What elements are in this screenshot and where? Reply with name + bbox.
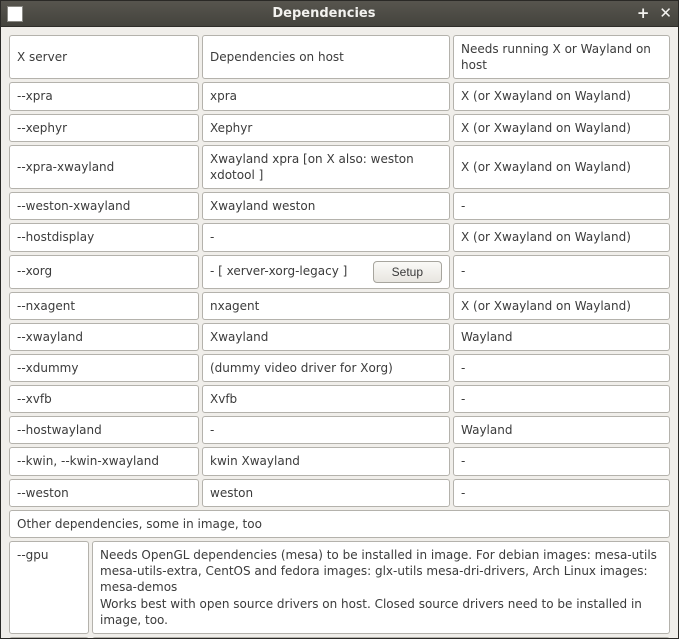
content-area: X server Dependencies on host Needs runn… — [1, 27, 678, 638]
other-option-cell: --gpu — [9, 541, 89, 634]
table-row: --xpra-xwaylandXwayland xpra [on X also:… — [9, 145, 670, 189]
option-cell: --weston-xwayland — [9, 192, 199, 220]
need-cell: - — [453, 447, 670, 475]
header-needs: Needs running X or Wayland on host — [453, 35, 670, 79]
dep-cell: nxagent — [202, 292, 450, 320]
need-cell: - — [453, 192, 670, 220]
need-cell: X (or Xwayland on Wayland) — [453, 292, 670, 320]
other-deps-table: --gpuNeeds OpenGL dependencies (mesa) to… — [9, 541, 670, 638]
option-cell: --xephyr — [9, 114, 199, 142]
need-cell: X (or Xwayland on Wayland) — [453, 145, 670, 189]
dep-cell: weston — [202, 479, 450, 507]
window-title: Dependencies — [11, 6, 637, 21]
table-row: --xvfbXvfb- — [9, 385, 670, 413]
other-desc-cell: Needs OpenGL dependencies (mesa) to be i… — [92, 541, 670, 634]
header-host-deps: Dependencies on host — [202, 35, 450, 79]
need-cell: X (or Xwayland on Wayland) — [453, 82, 670, 110]
option-cell: --weston — [9, 479, 199, 507]
other-deps-heading: Other dependencies, some in image, too — [9, 510, 670, 538]
option-cell: --xorg — [9, 255, 199, 289]
table-row: --nxagentnxagentX (or Xwayland on Waylan… — [9, 292, 670, 320]
dependencies-window: Dependencies + ✕ X server Dependencies o… — [0, 0, 679, 639]
need-cell: Wayland — [453, 323, 670, 351]
option-cell: --nxagent — [9, 292, 199, 320]
dep-cell: Xvfb — [202, 385, 450, 413]
close-icon[interactable]: ✕ — [659, 6, 672, 21]
need-cell: Wayland — [453, 416, 670, 444]
dep-cell: - — [202, 223, 450, 251]
table-row: --hostdisplay-X (or Xwayland on Wayland) — [9, 223, 670, 251]
need-cell: - — [453, 385, 670, 413]
option-cell: --xdummy — [9, 354, 199, 382]
dep-cell: Xwayland — [202, 323, 450, 351]
table-row: --xephyrXephyrX (or Xwayland on Wayland) — [9, 114, 670, 142]
option-cell: --hostwayland — [9, 416, 199, 444]
setup-button[interactable]: Setup — [373, 261, 442, 283]
need-cell: - — [453, 479, 670, 507]
table-row: --xorg - [ xerver-xorg-legacy ] Setup- — [9, 255, 670, 289]
table-row: --xdummy(dummy video driver for Xorg)- — [9, 354, 670, 382]
dep-cell: kwin Xwayland — [202, 447, 450, 475]
table-row: --kwin, --kwin-xwaylandkwin Xwayland- — [9, 447, 670, 475]
need-cell: - — [453, 255, 670, 289]
header-xserver: X server — [9, 35, 199, 79]
table-row: --westonweston- — [9, 479, 670, 507]
dep-text: - [ xerver-xorg-legacy ] — [210, 263, 367, 279]
dep-cell: Xwayland weston — [202, 192, 450, 220]
dep-cell: Xwayland xpra [on X also: weston xdotool… — [202, 145, 450, 189]
option-cell: --hostdisplay — [9, 223, 199, 251]
option-cell: --xwayland — [9, 323, 199, 351]
option-cell: --xvfb — [9, 385, 199, 413]
maximize-icon[interactable]: + — [637, 6, 650, 21]
other-desc-cell: Needs package xclip on host (except for … — [92, 637, 670, 638]
xserver-table: X server Dependencies on host Needs runn… — [9, 35, 670, 507]
table-row: --xwaylandXwaylandWayland — [9, 323, 670, 351]
dep-cell: Xephyr — [202, 114, 450, 142]
need-cell: X (or Xwayland on Wayland) — [453, 223, 670, 251]
option-cell: --xpra — [9, 82, 199, 110]
option-cell: --xpra-xwayland — [9, 145, 199, 189]
table-row: --xpraxpraX (or Xwayland on Wayland) — [9, 82, 670, 110]
dep-cell: xpra — [202, 82, 450, 110]
dep-cell: - — [202, 416, 450, 444]
need-cell: - — [453, 354, 670, 382]
dep-cell: - [ xerver-xorg-legacy ] Setup — [202, 255, 450, 289]
table-row: --weston-xwaylandXwayland weston- — [9, 192, 670, 220]
titlebar: Dependencies + ✕ — [1, 1, 678, 27]
other-option-cell: --clipboard — [9, 637, 89, 638]
table-row: --hostwayland-Wayland — [9, 416, 670, 444]
need-cell: X (or Xwayland on Wayland) — [453, 114, 670, 142]
dep-cell: (dummy video driver for Xorg) — [202, 354, 450, 382]
option-cell: --kwin, --kwin-xwayland — [9, 447, 199, 475]
